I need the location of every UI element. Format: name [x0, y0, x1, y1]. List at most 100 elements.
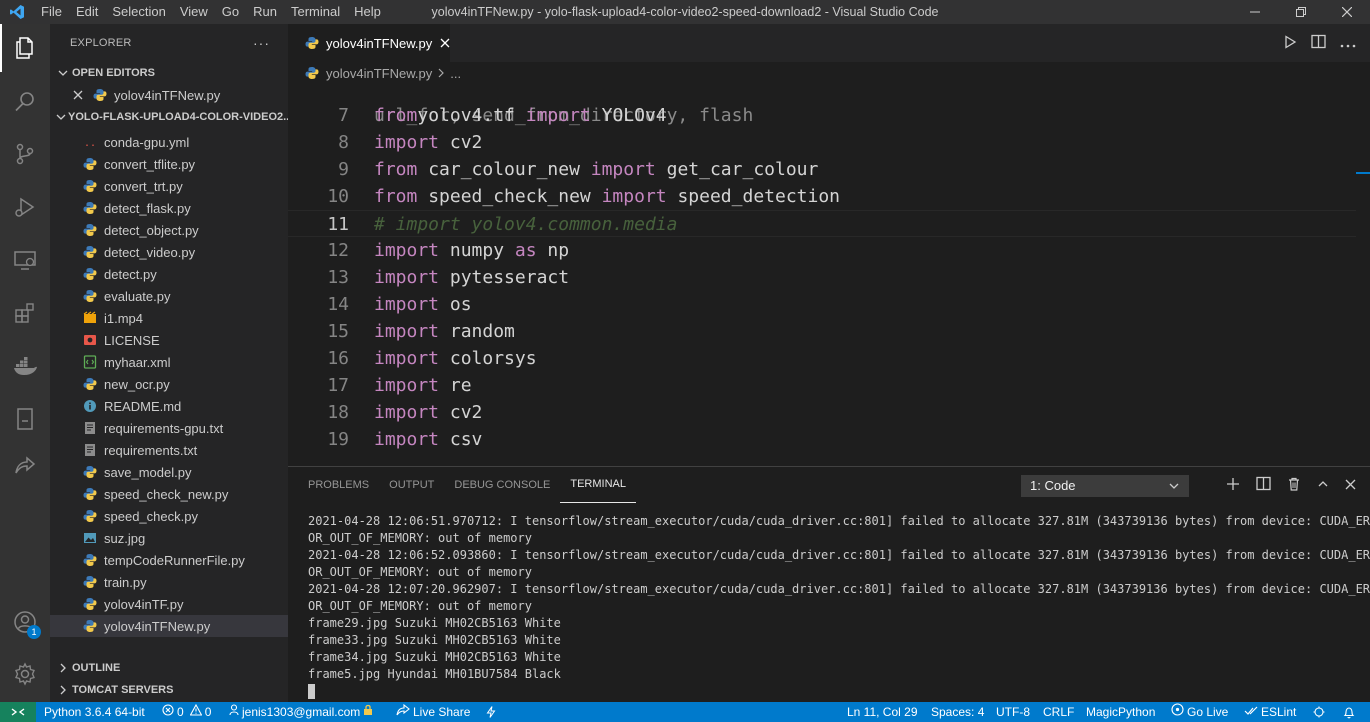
open-editor-item[interactable]: yolov4inTFNew.py — [50, 84, 288, 106]
split-terminal-icon[interactable] — [1256, 476, 1271, 494]
menu-run[interactable]: Run — [246, 0, 284, 24]
terminal-line: OR_OUT_OF_MEMORY: out of memory — [308, 599, 532, 613]
file-item[interactable]: detect_video.py — [50, 241, 288, 263]
file-item[interactable]: {..} conda-gpu.yml — [50, 131, 288, 153]
menu-help[interactable]: Help — [347, 0, 388, 24]
python-icon — [82, 266, 98, 282]
terminal-line: frame29.jpg Suzuki MH02CB5163 White — [308, 616, 561, 630]
close-editor-icon[interactable] — [70, 87, 86, 103]
remote-indicator[interactable] — [0, 702, 36, 722]
file-item[interactable]: tempCodeRunnerFile.py — [50, 549, 288, 571]
minimize-button[interactable] — [1232, 0, 1278, 24]
eslint-label: ESLint — [1261, 705, 1297, 719]
manage-gear-icon[interactable] — [0, 650, 50, 698]
file-item[interactable]: detect.py — [50, 263, 288, 285]
file-item[interactable]: save_model.py — [50, 461, 288, 483]
folder-header[interactable]: YOLO-FLASK-UPLOAD4-COLOR-VIDEO2... — [50, 106, 288, 128]
tab-terminal[interactable]: TERMINAL — [560, 467, 636, 503]
close-panel-icon[interactable] — [1345, 478, 1356, 493]
editor-more-icon[interactable] — [1340, 36, 1356, 51]
file-item[interactable]: yolov4inTFNew.py — [50, 615, 288, 637]
language-mode[interactable]: MagicPython — [1086, 702, 1155, 722]
indentation[interactable]: Spaces: 4 — [931, 702, 984, 722]
account-indicator[interactable]: jenis1303@gmail.com — [229, 702, 373, 722]
title-bar: File Edit Selection View Go Run Terminal… — [0, 0, 1370, 24]
file-item[interactable]: detect_flask.py — [50, 197, 288, 219]
close-tab-icon[interactable] — [440, 36, 450, 51]
file-item[interactable]: requirements-gpu.txt — [50, 417, 288, 439]
file-name: save_model.py — [104, 464, 192, 480]
file-item[interactable]: requirements.txt — [50, 439, 288, 461]
tab-output[interactable]: OUTPUT — [379, 467, 444, 503]
run-debug-icon[interactable] — [0, 183, 50, 231]
code-editor[interactable]: url_for, send_from_directory, flash 7 fro… — [288, 84, 1370, 466]
docker-icon[interactable] — [0, 342, 50, 390]
menu-selection[interactable]: Selection — [105, 0, 172, 24]
file-item[interactable]: yolov4inTF.py — [50, 593, 288, 615]
accounts-icon[interactable]: 1 — [0, 598, 50, 646]
notebook-icon[interactable] — [0, 395, 50, 443]
outline-header[interactable]: OUTLINE — [50, 657, 288, 679]
live-share-status[interactable]: Live Share — [396, 702, 470, 722]
file-item[interactable]: speed_check_new.py — [50, 483, 288, 505]
go-live-button[interactable]: Go Live — [1171, 702, 1228, 722]
menu-file[interactable]: File — [34, 0, 69, 24]
problems-indicator[interactable]: 0 0 — [162, 702, 211, 722]
maximize-panel-icon[interactable] — [1317, 478, 1329, 493]
search-icon[interactable] — [0, 77, 50, 125]
run-file-icon[interactable] — [1283, 34, 1297, 52]
remote-explorer-icon[interactable] — [0, 236, 50, 284]
code-text: import re — [374, 375, 472, 396]
menu-go[interactable]: Go — [215, 0, 246, 24]
code-text: from speed_check_new import speed_detect… — [374, 186, 841, 207]
more-actions-button[interactable]: ··· — [253, 24, 270, 62]
file-item[interactable]: LICENSE — [50, 329, 288, 351]
file-name: LICENSE — [104, 332, 160, 348]
menu-view[interactable]: View — [173, 0, 215, 24]
encoding[interactable]: UTF-8 — [996, 702, 1030, 722]
eslint-status[interactable]: ESLint — [1244, 702, 1296, 722]
tab-problems[interactable]: PROBLEMS — [298, 467, 379, 503]
restore-button[interactable] — [1278, 0, 1324, 24]
file-item[interactable]: new_ocr.py — [50, 373, 288, 395]
file-item[interactable]: evaluate.py — [50, 285, 288, 307]
split-editor-icon[interactable] — [1311, 34, 1326, 52]
editor-tab[interactable]: yolov4inTFNew.py — [288, 24, 450, 62]
menu-edit[interactable]: Edit — [69, 0, 105, 24]
code-text: import os — [374, 294, 472, 315]
file-item[interactable]: myhaar.xml — [50, 351, 288, 373]
kill-terminal-icon[interactable] — [1287, 477, 1301, 494]
file-item[interactable]: train.py — [50, 571, 288, 593]
file-item[interactable]: suz.jpg — [50, 527, 288, 549]
breadcrumb-more[interactable]: ... — [450, 66, 461, 81]
live-share-icon[interactable] — [0, 442, 50, 490]
lightning-icon[interactable] — [486, 702, 496, 722]
cursor-position[interactable]: Ln 11, Col 29 — [847, 702, 918, 722]
notifications-bell-icon[interactable] — [1343, 702, 1355, 722]
file-item[interactable]: detect_object.py — [50, 219, 288, 241]
end-of-line[interactable]: CRLF — [1043, 702, 1074, 722]
extensions-icon[interactable] — [0, 289, 50, 337]
open-editors-header[interactable]: OPEN EDITORS — [50, 62, 288, 84]
code-text: import pytesseract — [374, 267, 570, 288]
file-item[interactable]: convert_tflite.py — [50, 153, 288, 175]
file-item[interactable]: convert_trt.py — [50, 175, 288, 197]
video-icon — [82, 310, 98, 326]
file-item[interactable]: README.md — [50, 395, 288, 417]
menu-terminal[interactable]: Terminal — [284, 0, 347, 24]
tab-debug-console[interactable]: DEBUG CONSOLE — [444, 467, 560, 503]
python-interpreter[interactable]: Python 3.6.4 64-bit — [44, 702, 145, 722]
breadcrumb-file[interactable]: yolov4inTFNew.py — [326, 66, 432, 81]
folder-label: YOLO-FLASK-UPLOAD4-COLOR-VIDEO2... — [68, 111, 288, 123]
open-editor-file-name: yolov4inTFNew.py — [114, 87, 221, 103]
terminal-output[interactable]: 2021-04-28 12:06:51.970712: I tensorflow… — [308, 513, 1370, 700]
feedback-icon[interactable] — [1312, 702, 1326, 722]
new-terminal-icon[interactable] — [1226, 477, 1240, 494]
terminal-select[interactable]: 1: Code — [1021, 475, 1189, 497]
tomcat-servers-header[interactable]: TOMCAT SERVERS — [50, 679, 288, 701]
file-item[interactable]: speed_check.py — [50, 505, 288, 527]
explorer-icon[interactable] — [0, 24, 50, 72]
source-control-icon[interactable] — [0, 130, 50, 178]
file-item[interactable]: i1.mp4 — [50, 307, 288, 329]
close-window-button[interactable] — [1324, 0, 1370, 24]
